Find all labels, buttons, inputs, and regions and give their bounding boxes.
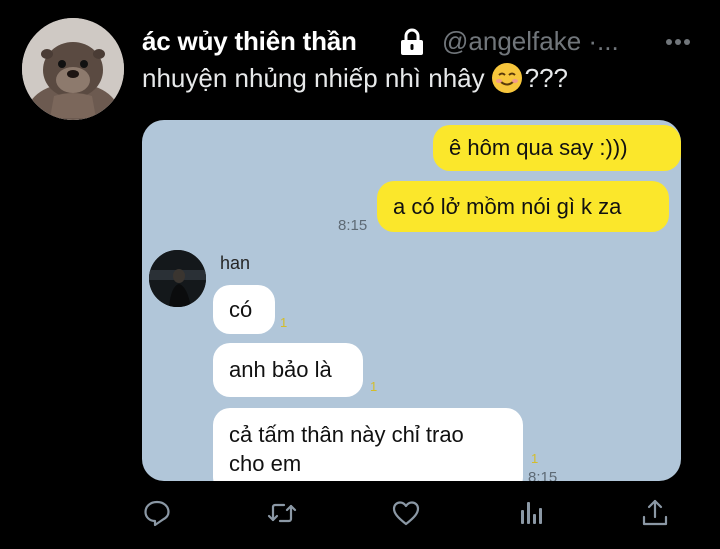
share-icon[interactable] (640, 498, 670, 528)
smiling-face-icon (491, 62, 523, 94)
chat-bubble-theirs: cả tấm thân này chỉ trao cho em (213, 408, 523, 481)
handle[interactable]: @angelfake ·... (442, 26, 619, 57)
retweet-icon[interactable] (267, 498, 297, 528)
author-avatar[interactable] (22, 18, 124, 120)
message-text: ê hôm qua say :))) (449, 135, 628, 160)
tweet-body-suffix: ??? (524, 62, 569, 93)
message-time: 8:15 (528, 469, 558, 481)
read-count: 1 (370, 379, 378, 394)
message-text-line: cả tấm thân này chỉ trao (229, 422, 464, 447)
chat-bubble-theirs: có (213, 285, 275, 334)
reply-icon[interactable] (142, 498, 172, 528)
more-icon[interactable] (665, 35, 691, 47)
chat-bubble-mine: a có lở mồm nói gì k za (377, 181, 669, 232)
sender-name: han (220, 253, 251, 273)
display-name[interactable]: ác wủy thiên thần (142, 26, 357, 57)
views-icon[interactable] (517, 498, 547, 528)
chat-bubble-mine: ê hôm qua say :))) (433, 125, 681, 171)
message-text: anh bảo là (229, 357, 332, 382)
read-count: 1 (531, 451, 539, 466)
tweet-text: nhuyện nhủng nhiếp nhì nhây ??? (142, 62, 568, 94)
like-icon[interactable] (391, 498, 421, 528)
tweet-media-chat-screenshot[interactable]: ê hôm qua say :))) 8:15 a có lở mồm nói … (142, 120, 681, 481)
otter-avatar-image (22, 18, 124, 120)
tweet-action-bar (0, 498, 720, 532)
lock-icon (399, 28, 425, 56)
sender-avatar[interactable] (149, 250, 206, 307)
tweet-header: ác wủy thiên thần @angelfake ·... (142, 22, 702, 62)
message-text: a có lở mồm nói gì k za (393, 194, 622, 219)
tweet-body: nhuyện nhủng nhiếp nhì nhây (142, 62, 485, 93)
message-text: có (229, 297, 253, 322)
chat-bubble-theirs: anh bảo là (213, 343, 363, 397)
message-time: 8:15 (338, 217, 368, 234)
message-text-line: cho em (229, 451, 302, 476)
read-count: 1 (280, 315, 288, 330)
